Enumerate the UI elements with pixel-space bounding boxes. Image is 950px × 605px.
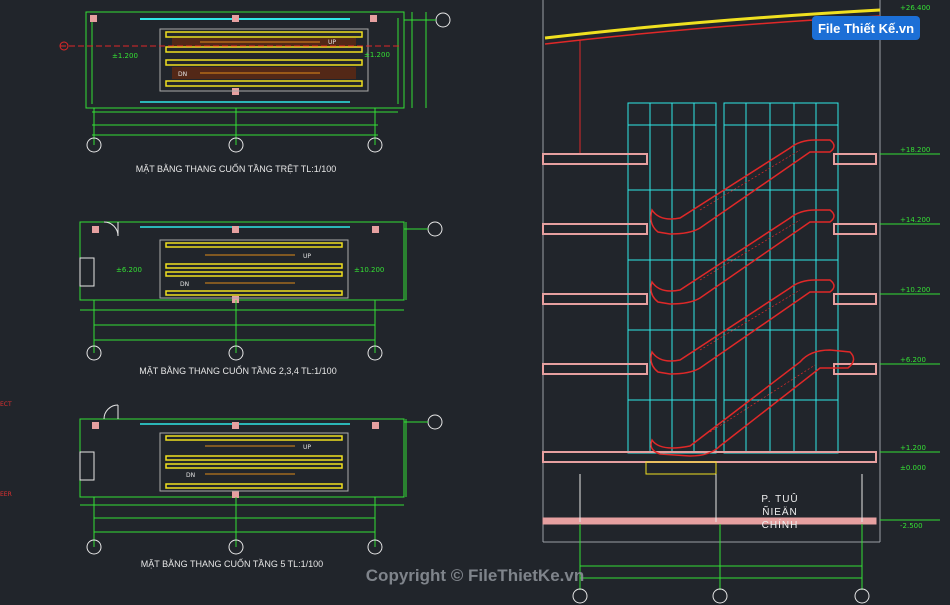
level-mark: +10.200 (900, 286, 930, 294)
up-label: UP (328, 39, 336, 46)
level-mark: +14.200 (900, 216, 930, 224)
level-mark: +26.400 (900, 4, 930, 12)
toilet-block (79, 451, 95, 481)
escalator-pit (159, 432, 349, 492)
level-mark: -2.500 (900, 522, 923, 530)
plan-ground-floor: UP DN ±1.200 ±1.200 MẶT BẰNG THANG CUỐN … (59, 11, 451, 174)
column (370, 15, 377, 22)
escalator-band (165, 263, 343, 269)
column (232, 226, 239, 233)
curtain-wall-right (723, 102, 839, 454)
up-label: UP (303, 444, 311, 451)
escalator-band (165, 271, 343, 277)
curtain-wall-left (627, 102, 717, 454)
level-mark: ±0.000 (900, 464, 926, 472)
door-swing (103, 404, 119, 420)
escalator-steps-section (699, 149, 816, 433)
side-label: EER (0, 491, 12, 498)
plan-title: MẶT BẰNG THANG CUỐN TẦNG 5 TL:1/100 (141, 558, 323, 569)
grid-bubble (427, 221, 443, 237)
escalator-band (165, 80, 363, 87)
escalator-band (165, 242, 343, 248)
grid-bubble (427, 414, 443, 430)
escalator-band (165, 290, 343, 296)
escalator-section: P. TUÛ ÑIEÄN CHÍNH +26.400 +18.200 +14.2… (542, 0, 940, 604)
up-label: UP (303, 253, 311, 260)
level-mark: +18.200 (900, 146, 930, 154)
column (232, 15, 239, 22)
column (92, 226, 99, 233)
level-mark: ±1.200 (112, 52, 138, 60)
room-label: ÑIEÄN (762, 505, 798, 518)
column (92, 422, 99, 429)
escalator-band (165, 46, 363, 53)
copyright-watermark: Copyright © FileThietKe.vn (366, 566, 584, 585)
side-label: ECT (0, 401, 12, 408)
column (372, 226, 379, 233)
column (232, 422, 239, 429)
escalator-band (165, 31, 363, 38)
column (232, 491, 239, 498)
dn-label: DN (180, 281, 189, 288)
grid-bubble (854, 588, 870, 604)
dn-label: DN (178, 71, 187, 78)
level-mark: ±6.200 (116, 266, 142, 274)
plan-floors-2-3-4: UP DN ±6.200 ±10.200 MẶT BẰNG THANG CUỐN… (79, 221, 443, 376)
escalator-band (165, 455, 343, 461)
escalator-band (165, 435, 343, 441)
escalator-trusses (650, 139, 855, 457)
plan-outline (79, 418, 405, 498)
door-swing (103, 221, 119, 237)
grid-bubble (435, 12, 451, 28)
cad-drawing: UP DN ±1.200 ±1.200 MẶT BẰNG THANG CUỐN … (0, 0, 940, 604)
column (372, 422, 379, 429)
room-label: P. TUÛ (761, 492, 798, 505)
escalator-pit-section (645, 461, 717, 475)
level-mark: +1.200 (900, 444, 926, 452)
plan-floor-5: UP DN MẶT BẰNG THANG CUỐN TẦNG 5 TL:1/10… (79, 404, 443, 569)
level-mark: +6.200 (900, 356, 926, 364)
logo-text: File Thiết Kế.vn (818, 21, 914, 36)
escalator-band (165, 463, 343, 469)
plan-title: MẶT BẰNG THANG CUỐN TẦNG 2,3,4 TL:1/100 (139, 365, 336, 376)
toilet-block (79, 257, 95, 287)
site-logo: File Thiết Kế.vn (812, 16, 920, 40)
escalator-band (165, 483, 343, 489)
level-mark: ±10.200 (354, 266, 384, 274)
plan-outline (79, 221, 405, 301)
escalator-band (165, 59, 363, 66)
column (90, 15, 97, 22)
grid-bubble (712, 588, 728, 604)
grid-bubble (572, 588, 588, 604)
dn-label: DN (186, 472, 195, 479)
room-label: CHÍNH (762, 518, 799, 531)
escalator-pit (159, 239, 349, 299)
plan-title: MẶT BẰNG THANG CUỐN TẦNG TRỆT TL:1/100 (136, 163, 337, 174)
level-mark: ±1.200 (364, 51, 390, 59)
